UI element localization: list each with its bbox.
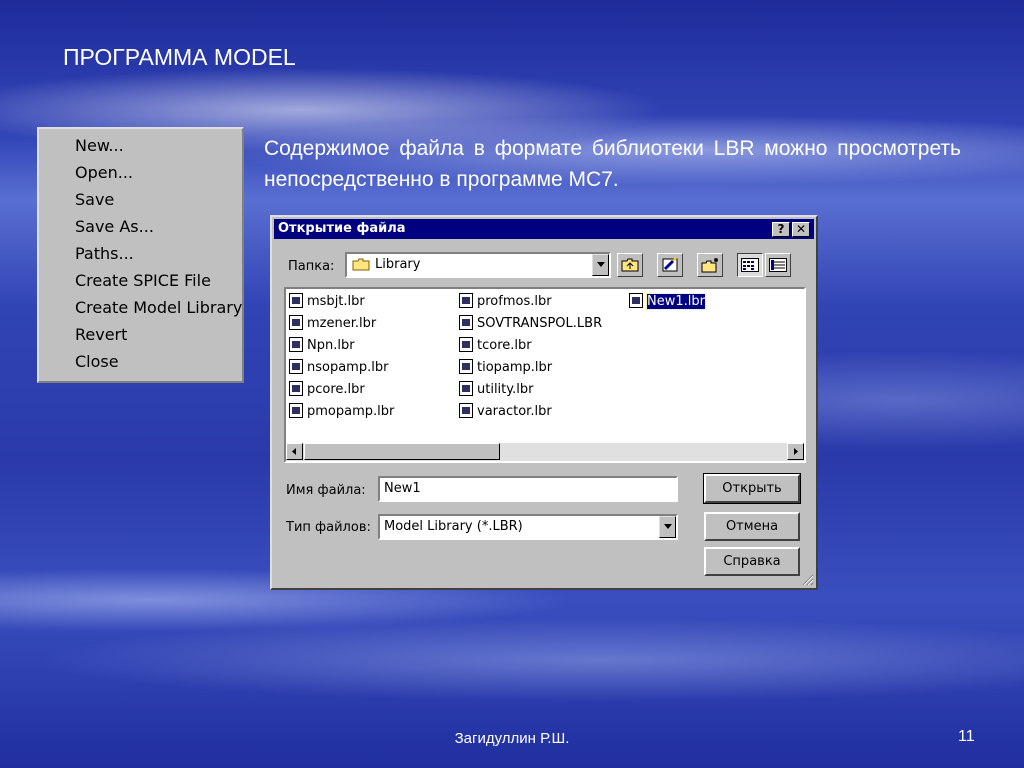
folder-combo-value: Library [375, 257, 421, 272]
library-file-icon [459, 315, 473, 330]
slide-title: ПРОГРАММА MODEL [63, 44, 296, 70]
new-folder-button[interactable] [697, 253, 723, 277]
list-item[interactable]: profmos.lbr [459, 293, 552, 311]
list-item[interactable]: pcore.lbr [289, 381, 365, 399]
folder-dropdown-arrow[interactable] [592, 254, 609, 276]
filename-value: New1 [384, 481, 421, 496]
dialog-title: Открытие файла [278, 221, 406, 236]
help-title-button[interactable]: ? [772, 222, 790, 237]
menu-item-paths[interactable]: Paths... [75, 240, 134, 267]
filetype-label: Тип файлов: [286, 520, 371, 535]
resize-grip-icon[interactable] [800, 572, 814, 586]
details-view-icon [769, 258, 787, 276]
folder-combo[interactable]: Library [345, 252, 611, 278]
list-item[interactable]: mzener.lbr [289, 315, 376, 333]
filename-input[interactable]: New1 [378, 476, 678, 502]
list-item[interactable]: tiopamp.lbr [459, 359, 552, 377]
library-file-icon [289, 315, 303, 330]
new-folder-icon [701, 257, 721, 277]
desktop-icon [661, 256, 679, 278]
list-item-selected[interactable]: New1.lbr [629, 293, 706, 311]
menu-item-revert[interactable]: Revert [75, 321, 127, 348]
up-folder-button[interactable] [617, 253, 643, 277]
details-view-button[interactable] [765, 253, 791, 277]
open-button[interactable]: Открыть [703, 473, 801, 504]
up-folder-icon [621, 257, 639, 277]
library-file-icon [289, 381, 303, 396]
menu-item-new[interactable]: New... [75, 132, 124, 159]
library-file-icon [459, 359, 473, 374]
list-item[interactable]: SOVTRANSPOL.LBR [459, 315, 602, 333]
menu-item-save[interactable]: Save [75, 186, 114, 213]
list-item[interactable]: msbjt.lbr [289, 293, 365, 311]
list-view-button[interactable] [737, 253, 763, 277]
library-file-icon [459, 293, 473, 308]
menu-item-create-model-library[interactable]: Create Model Library [75, 294, 242, 321]
library-file-icon [289, 337, 303, 352]
dialog-titlebar[interactable]: Открытие файла ? ✕ [274, 219, 814, 239]
file-list[interactable]: msbjt.lbr mzener.lbr Npn.lbr nsopamp.lbr… [284, 287, 806, 463]
menu-item-open[interactable]: Open... [75, 159, 133, 186]
page-number: 11 [958, 728, 975, 745]
folder-icon [352, 258, 370, 271]
menu-item-create-spice-file[interactable]: Create SPICE File [75, 267, 211, 294]
library-file-icon [289, 293, 303, 308]
list-view-icon [741, 258, 759, 276]
footer-author: Загидуллин Р.Ш. [454, 730, 570, 747]
help-button[interactable]: Справка [704, 547, 800, 576]
open-file-dialog: Открытие файла ? ✕ Папка: Library msbjt.… [270, 215, 818, 590]
list-item[interactable]: utility.lbr [459, 381, 533, 399]
slide-body-text: Содержимое файла в формате библиотеки LB… [264, 137, 961, 191]
library-file-icon [289, 359, 303, 374]
scroll-left-button[interactable] [286, 443, 303, 460]
library-file-icon [629, 293, 643, 308]
filename-label: Имя файла: [286, 483, 366, 498]
folder-label: Папка: [288, 259, 335, 274]
file-menu: New... Open... Save Save As... Paths... … [37, 127, 244, 383]
library-file-icon [459, 403, 473, 418]
filetype-combo[interactable]: Model Library (*.LBR) [378, 514, 678, 540]
list-item[interactable]: nsopamp.lbr [289, 359, 388, 377]
desktop-button[interactable] [657, 253, 683, 277]
scroll-thumb[interactable] [304, 443, 500, 460]
scroll-right-button[interactable] [787, 443, 804, 460]
filetype-dropdown-arrow[interactable] [659, 516, 676, 538]
list-item[interactable]: Npn.lbr [289, 337, 355, 355]
list-item[interactable]: varactor.lbr [459, 403, 552, 421]
library-file-icon [459, 337, 473, 352]
filetype-value: Model Library (*.LBR) [384, 519, 523, 534]
list-item[interactable]: tcore.lbr [459, 337, 532, 355]
arrow-right-icon [794, 448, 798, 455]
close-title-button[interactable]: ✕ [792, 222, 810, 237]
horizontal-scrollbar[interactable] [286, 443, 804, 461]
list-item[interactable]: pmopamp.lbr [289, 403, 394, 421]
library-file-icon [459, 381, 473, 396]
menu-item-save-as[interactable]: Save As... [75, 213, 154, 240]
arrow-left-icon [292, 448, 296, 455]
library-file-icon [289, 403, 303, 418]
menu-item-close[interactable]: Close [75, 348, 119, 375]
cancel-button[interactable]: Отмена [704, 512, 800, 541]
